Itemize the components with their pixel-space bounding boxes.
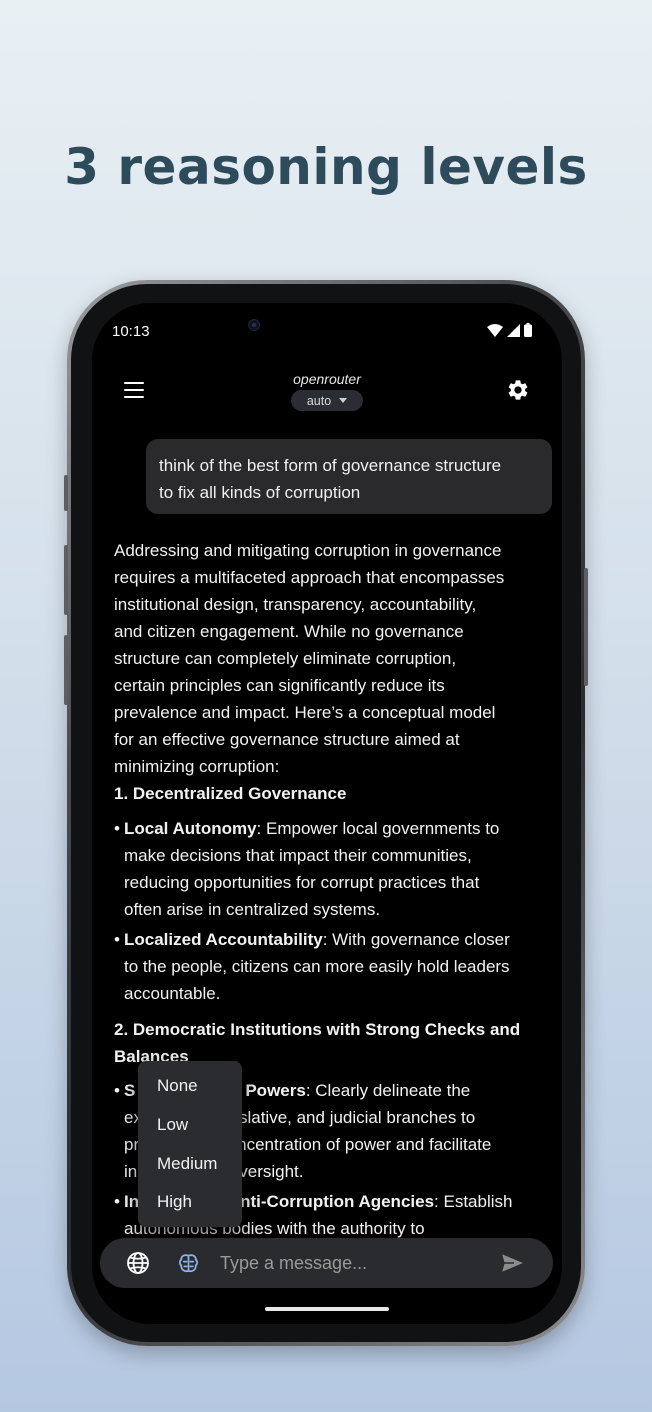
bullet-text: make decisions that impact their communi…	[124, 846, 472, 865]
phone-side-button-left-2	[64, 545, 68, 615]
status-time: 10:13	[112, 323, 150, 340]
bullet-term: nti-Corruption Agencies	[240, 1192, 435, 1211]
bullet-fragment: pr	[124, 1135, 140, 1154]
answer-line: and citizen engagement. While no governa…	[114, 622, 464, 641]
bullet-text: ncentration of power and facilitate	[237, 1135, 492, 1154]
answer-line: certain principles can significantly red…	[114, 676, 445, 695]
user-message-bubble: think of the best form of governance str…	[146, 439, 552, 514]
message-input[interactable]	[220, 1250, 490, 1276]
bullet-term-prefix: S	[124, 1081, 136, 1100]
answer-line: minimizing corruption:	[114, 757, 280, 776]
user-message-line: to fix all kinds of corruption	[159, 483, 361, 502]
reasoning-option-none[interactable]: None	[138, 1067, 242, 1106]
bullet-term: Powers	[245, 1081, 306, 1100]
bullet-fragment: in	[124, 1162, 138, 1181]
send-icon[interactable]	[500, 1252, 526, 1274]
phone-side-button-right	[584, 568, 588, 686]
gear-icon[interactable]	[506, 378, 530, 402]
bullet-term: Local Autonomy	[124, 819, 257, 838]
bullet-text: versight.	[239, 1162, 304, 1181]
globe-icon[interactable]	[126, 1251, 150, 1275]
answer-line: institutional design, transparency, acco…	[114, 595, 477, 614]
bullet-term: Localized Accountability	[124, 930, 323, 949]
message-composer	[100, 1238, 553, 1288]
bullet-text: often arise in centralized systems.	[124, 900, 381, 919]
section-heading: 1. Decentralized Governance	[114, 784, 347, 803]
user-message-line: think of the best form of governance str…	[159, 456, 502, 475]
model-label: auto	[306, 393, 332, 408]
status-icons	[487, 323, 532, 337]
wifi-icon	[487, 323, 503, 337]
bullet-text: : Empower local governments to	[256, 819, 500, 838]
bullet-text: : Clearly delineate the	[305, 1081, 471, 1100]
bullet-text: reducing opportunities for corrupt pract…	[124, 873, 480, 892]
answer-line: Addressing and mitigating corruption in …	[114, 541, 502, 560]
reasoning-option-low[interactable]: Low	[138, 1106, 242, 1145]
front-camera	[248, 319, 260, 331]
brain-icon[interactable]	[177, 1252, 200, 1275]
bullet-text: : With governance closer	[322, 930, 510, 949]
section-heading: 2. Democratic Institutions with Strong C…	[114, 1020, 521, 1039]
headline: 3 reasoning levels	[64, 138, 588, 196]
bullet-text: to the people, citizens can more easily …	[124, 957, 510, 976]
reasoning-level-menu: None Low Medium High	[138, 1061, 242, 1227]
answer-line: requires a multifaceted approach that en…	[114, 568, 505, 587]
phone-screen: 10:13 openrouter auto think of the best …	[92, 303, 562, 1324]
answer-line: prevalence and impact. Here’s a conceptu…	[114, 703, 496, 722]
provider-title: openrouter	[293, 371, 361, 387]
bullet-item: • Localized Accountability: With governa…	[114, 926, 544, 1007]
bullet-term-prefix: In	[124, 1192, 140, 1211]
bullet-text: slative, and judicial branches to	[238, 1108, 476, 1127]
signal-icon	[507, 323, 520, 337]
answer-line: structure can completely eliminate corru…	[114, 649, 457, 668]
phone-side-button-left-3	[64, 635, 68, 705]
battery-icon	[524, 323, 532, 337]
reasoning-option-medium[interactable]: Medium	[138, 1145, 242, 1184]
bullet-text: accountable.	[124, 984, 221, 1003]
bullet-text: : Establish	[434, 1192, 513, 1211]
model-selector[interactable]: auto	[291, 390, 363, 411]
bullet-item: • Local Autonomy: Empower local governme…	[114, 815, 544, 923]
home-indicator[interactable]	[265, 1307, 389, 1311]
phone-side-button-left-1	[64, 475, 68, 511]
chevron-down-icon	[339, 398, 348, 403]
answer-line: for an effective governance structure ai…	[114, 730, 460, 749]
reasoning-option-high[interactable]: High	[138, 1183, 242, 1222]
